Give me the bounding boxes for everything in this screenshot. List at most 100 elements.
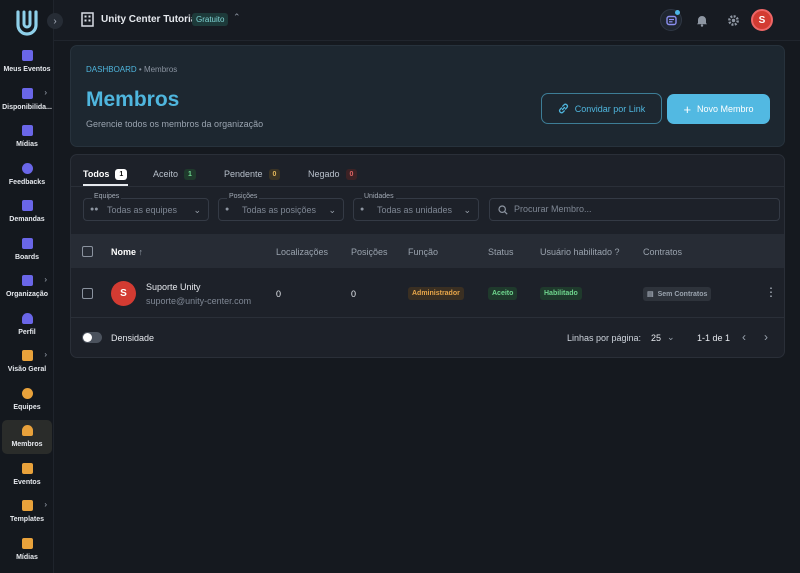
sidebar-item-midias[interactable]: Mídias: [2, 120, 52, 154]
building-icon: [81, 12, 94, 27]
rows-per-page-label: Linhas por página:: [567, 333, 642, 343]
column-header-status[interactable]: Status: [488, 247, 514, 257]
column-header-contracts[interactable]: Contratos: [643, 247, 682, 257]
tab-todos[interactable]: Todos 1: [83, 164, 128, 184]
tab-aceito[interactable]: Aceito 1: [153, 164, 196, 184]
tab-divider: [71, 186, 784, 187]
sidebar-item-membros[interactable]: Membros: [2, 420, 52, 454]
column-header-positions[interactable]: Posições: [351, 247, 388, 257]
filter-value: Todas as unidades: [377, 205, 453, 215]
column-header-role[interactable]: Função: [408, 247, 438, 257]
table-footer: Densidade Linhas por página: 25 ⌄ 1-1 de…: [71, 318, 784, 357]
calendar-icon: [21, 50, 33, 61]
sidebar-item-equipes[interactable]: Equipes: [2, 383, 52, 417]
building-icon: [21, 275, 33, 286]
plan-badge: Gratuito: [192, 13, 229, 26]
chevron-down-icon[interactable]: ⌄: [667, 332, 675, 343]
table-header: Nome ↑ Localizações Posições Função Stat…: [71, 234, 784, 268]
table-row[interactable]: S Suporte Unity suporte@unity-center.com…: [71, 268, 784, 318]
chevron-right-icon: ›: [44, 500, 47, 509]
new-member-label: Novo Membro: [697, 104, 754, 114]
search-input[interactable]: [514, 204, 769, 214]
sidebar-item-organizacao[interactable]: Organização ›: [2, 270, 52, 304]
column-header-locations[interactable]: Localizações: [276, 247, 328, 257]
breadcrumb-dashboard[interactable]: DASHBOARD: [86, 65, 137, 74]
next-page-button[interactable]: ›: [764, 330, 768, 344]
sidebar-item-visao-geral[interactable]: Visão Geral ›: [2, 345, 52, 379]
teams-filter[interactable]: Equipes ●● Todas as equipes ⌄: [83, 193, 209, 221]
sidebar-item-label: Demandas: [9, 216, 45, 223]
settings-button[interactable]: [722, 9, 744, 31]
link-icon: [558, 103, 568, 114]
column-header-enabled[interactable]: Usuário habilitado ?: [540, 247, 620, 257]
pagination-range: 1-1 de 1: [697, 333, 731, 343]
template-icon: [21, 500, 33, 511]
sidebar-item-disponibilidade[interactable]: Disponibilida... ›: [2, 83, 52, 117]
new-member-button[interactable]: + Novo Membro: [667, 94, 770, 124]
member-avatar: S: [111, 281, 136, 306]
chart-icon: [21, 350, 33, 361]
sidebar-item-midias-2[interactable]: Mídias: [2, 533, 52, 567]
calendar-clock-icon: [21, 88, 33, 99]
chevron-down-icon: ⌄: [328, 205, 336, 215]
sidebar-item-feedbacks[interactable]: Feedbacks: [2, 158, 52, 192]
rows-per-page-select[interactable]: 25: [651, 333, 661, 343]
sidebar-item-boards[interactable]: Boards: [2, 233, 52, 267]
topbar: Unity Center Tutorial Gratuito ⌃ S: [54, 0, 800, 41]
sidebar-item-label: Feedbacks: [8, 179, 46, 186]
sidebar-item-label: Mídias: [16, 554, 38, 561]
user-avatar[interactable]: S: [751, 9, 773, 31]
member-positions: 0: [351, 289, 357, 299]
media-icon: [21, 538, 33, 549]
notifications-button[interactable]: [691, 9, 713, 31]
inbox-icon: [21, 200, 33, 211]
unity-logo[interactable]: [15, 10, 39, 36]
tab-label: Negado: [308, 169, 340, 179]
tab-negado[interactable]: Negado 0: [308, 164, 358, 184]
sidebar-item-perfil[interactable]: Perfil: [2, 308, 52, 342]
chevron-right-icon: ›: [53, 15, 57, 27]
member-name: Suporte Unity: [146, 282, 201, 292]
sidebar-item-demandas[interactable]: Demandas: [2, 195, 52, 229]
sidebar-item-meus-eventos[interactable]: Meus Eventos: [2, 45, 52, 79]
filter-label: Posições: [227, 193, 260, 200]
document-icon: ▤: [647, 291, 654, 298]
tab-count: 1: [184, 168, 196, 180]
sidebar-item-eventos[interactable]: Eventos: [2, 458, 52, 492]
invite-by-link-button[interactable]: Convidar por Link: [541, 93, 662, 124]
page-title: Membros: [86, 88, 180, 111]
organization-name[interactable]: Unity Center Tutorial: [101, 14, 199, 25]
members-panel: Todos 1 Aceito 1 Pendente 0 Negado 0 Equ…: [70, 154, 785, 358]
media-icon: [21, 125, 33, 136]
invite-button-label: Convidar por Link: [574, 103, 646, 114]
bell-icon: [697, 15, 707, 27]
clipboard-icon: [21, 238, 33, 249]
density-label: Densidade: [111, 333, 155, 343]
select-all-checkbox[interactable]: [82, 246, 93, 257]
sidebar-item-label: Templates: [9, 516, 45, 523]
breadcrumb: DASHBOARD • Membros: [86, 65, 177, 74]
chevron-right-icon: ›: [44, 350, 47, 359]
gear-icon: [727, 14, 739, 26]
member-search[interactable]: [489, 198, 780, 221]
chevron-right-icon: ›: [44, 88, 47, 97]
more-options-icon[interactable]: ⋮: [765, 285, 777, 299]
column-label: Nome: [111, 247, 137, 257]
chat-button[interactable]: [660, 9, 682, 31]
positions-filter[interactable]: Posições ● Todas as posições ⌄: [218, 193, 344, 221]
previous-page-button[interactable]: ‹: [742, 330, 746, 344]
sidebar-item-templates[interactable]: Templates ›: [2, 495, 52, 529]
column-header-name[interactable]: Nome ↑: [111, 247, 143, 257]
row-checkbox[interactable]: [82, 288, 93, 299]
sidebar-collapse-button[interactable]: ›: [47, 13, 63, 29]
notification-dot: [675, 10, 680, 15]
team-icon: [21, 388, 33, 399]
density-toggle[interactable]: [82, 332, 102, 343]
tab-pendente[interactable]: Pendente 0: [224, 164, 281, 184]
tab-label: Aceito: [153, 169, 179, 179]
units-filter[interactable]: Unidades ● Todas as unidades ⌄: [353, 193, 479, 221]
member-locations: 0: [276, 289, 282, 299]
sidebar-item-label: Eventos: [13, 479, 41, 486]
chevron-up-down-icon[interactable]: ⌃: [233, 12, 241, 23]
arrow-up-icon: ↑: [138, 247, 144, 257]
